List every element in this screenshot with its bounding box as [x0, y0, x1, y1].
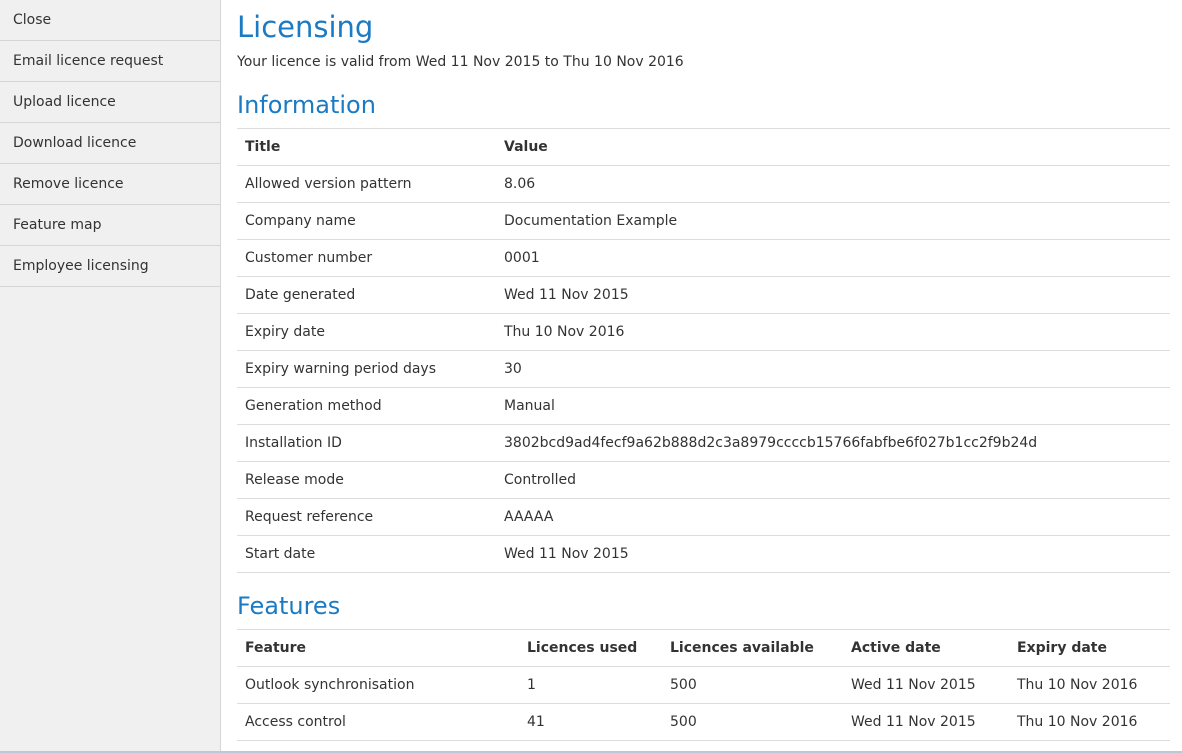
info-value-cell: 8.06: [496, 165, 1170, 203]
licensing-app: Close Email licence request Upload licen…: [0, 0, 1182, 753]
table-row: Release mode Controlled: [237, 461, 1170, 499]
licences-used-cell: 41: [519, 703, 662, 741]
column-header-licences-used: Licences used: [519, 629, 662, 667]
info-title-cell: Release mode: [237, 461, 496, 499]
info-title-cell: Installation ID: [237, 424, 496, 462]
information-section-title: Information: [237, 91, 376, 119]
sidebar-item-upload-licence[interactable]: Upload licence: [0, 82, 220, 123]
info-value-cell: 30: [496, 350, 1170, 388]
column-header-title: Title: [237, 128, 496, 166]
info-title-cell: Allowed version pattern: [237, 165, 496, 203]
table-row: Company name Documentation Example: [237, 202, 1170, 240]
feature-name-cell: Access control: [237, 703, 519, 741]
table-row: Request reference AAAAA: [237, 498, 1170, 536]
information-table: Title Value Allowed version pattern 8.06…: [237, 128, 1170, 573]
info-value-cell: 3802bcd9ad4fecf9a62b888d2c3a8979ccccb157…: [496, 424, 1170, 462]
info-value-cell: AAAAA: [496, 498, 1170, 536]
table-row: Generation method Manual: [237, 387, 1170, 425]
licences-available-cell: 500: [662, 666, 843, 704]
sidebar-item-close[interactable]: Close: [0, 0, 220, 41]
table-row: Allowed version pattern 8.06: [237, 165, 1170, 203]
active-date-cell: Wed 11 Nov 2015: [843, 703, 1009, 741]
column-header-feature: Feature: [237, 629, 519, 667]
info-title-cell: Expiry warning period days: [237, 350, 496, 388]
licence-validity-text: Your licence is valid from Wed 11 Nov 20…: [237, 54, 684, 70]
table-header-row: Title Value: [237, 128, 1170, 166]
main-content: Licensing Your licence is valid from Wed…: [237, 0, 1170, 753]
table-row: Date generated Wed 11 Nov 2015: [237, 276, 1170, 314]
expiry-date-cell: Thu 10 Nov 2016: [1009, 666, 1170, 704]
sidebar-item-employee-licensing[interactable]: Employee licensing: [0, 246, 220, 287]
info-title-cell: Generation method: [237, 387, 496, 425]
table-row: Installation ID 3802bcd9ad4fecf9a62b888d…: [237, 424, 1170, 462]
table-row: Expiry warning period days 30: [237, 350, 1170, 388]
info-value-cell: Controlled: [496, 461, 1170, 499]
sidebar-item-download-licence[interactable]: Download licence: [0, 123, 220, 164]
sidebar-item-feature-map[interactable]: Feature map: [0, 205, 220, 246]
info-title-cell: Customer number: [237, 239, 496, 277]
expiry-date-cell: Thu 10 Nov 2016: [1009, 703, 1170, 741]
features-section-title: Features: [237, 592, 341, 620]
info-value-cell: Manual: [496, 387, 1170, 425]
info-value-cell: Wed 11 Nov 2015: [496, 276, 1170, 314]
info-title-cell: Request reference: [237, 498, 496, 536]
licences-available-cell: 500: [662, 703, 843, 741]
info-title-cell: Company name: [237, 202, 496, 240]
table-row: Access control 41 500 Wed 11 Nov 2015 Th…: [237, 703, 1170, 741]
table-row: Outlook synchronisation 1 500 Wed 11 Nov…: [237, 666, 1170, 704]
features-table: Feature Licences used Licences available…: [237, 629, 1170, 741]
page-title: Licensing: [237, 10, 374, 44]
table-row: Customer number 0001: [237, 239, 1170, 277]
column-header-active-date: Active date: [843, 629, 1009, 667]
column-header-expiry-date: Expiry date: [1009, 629, 1170, 667]
info-title-cell: Start date: [237, 535, 496, 573]
info-title-cell: Expiry date: [237, 313, 496, 351]
info-value-cell: Thu 10 Nov 2016: [496, 313, 1170, 351]
sidebar: Close Email licence request Upload licen…: [0, 0, 221, 753]
feature-name-cell: Outlook synchronisation: [237, 666, 519, 704]
column-header-value: Value: [496, 128, 1170, 166]
info-value-cell: Wed 11 Nov 2015: [496, 535, 1170, 573]
info-value-cell: Documentation Example: [496, 202, 1170, 240]
table-row: Start date Wed 11 Nov 2015: [237, 535, 1170, 573]
licences-used-cell: 1: [519, 666, 662, 704]
table-header-row: Feature Licences used Licences available…: [237, 629, 1170, 667]
table-row: Expiry date Thu 10 Nov 2016: [237, 313, 1170, 351]
info-title-cell: Date generated: [237, 276, 496, 314]
info-value-cell: 0001: [496, 239, 1170, 277]
active-date-cell: Wed 11 Nov 2015: [843, 666, 1009, 704]
sidebar-item-remove-licence[interactable]: Remove licence: [0, 164, 220, 205]
sidebar-item-email-licence-request[interactable]: Email licence request: [0, 41, 220, 82]
column-header-licences-available: Licences available: [662, 629, 843, 667]
